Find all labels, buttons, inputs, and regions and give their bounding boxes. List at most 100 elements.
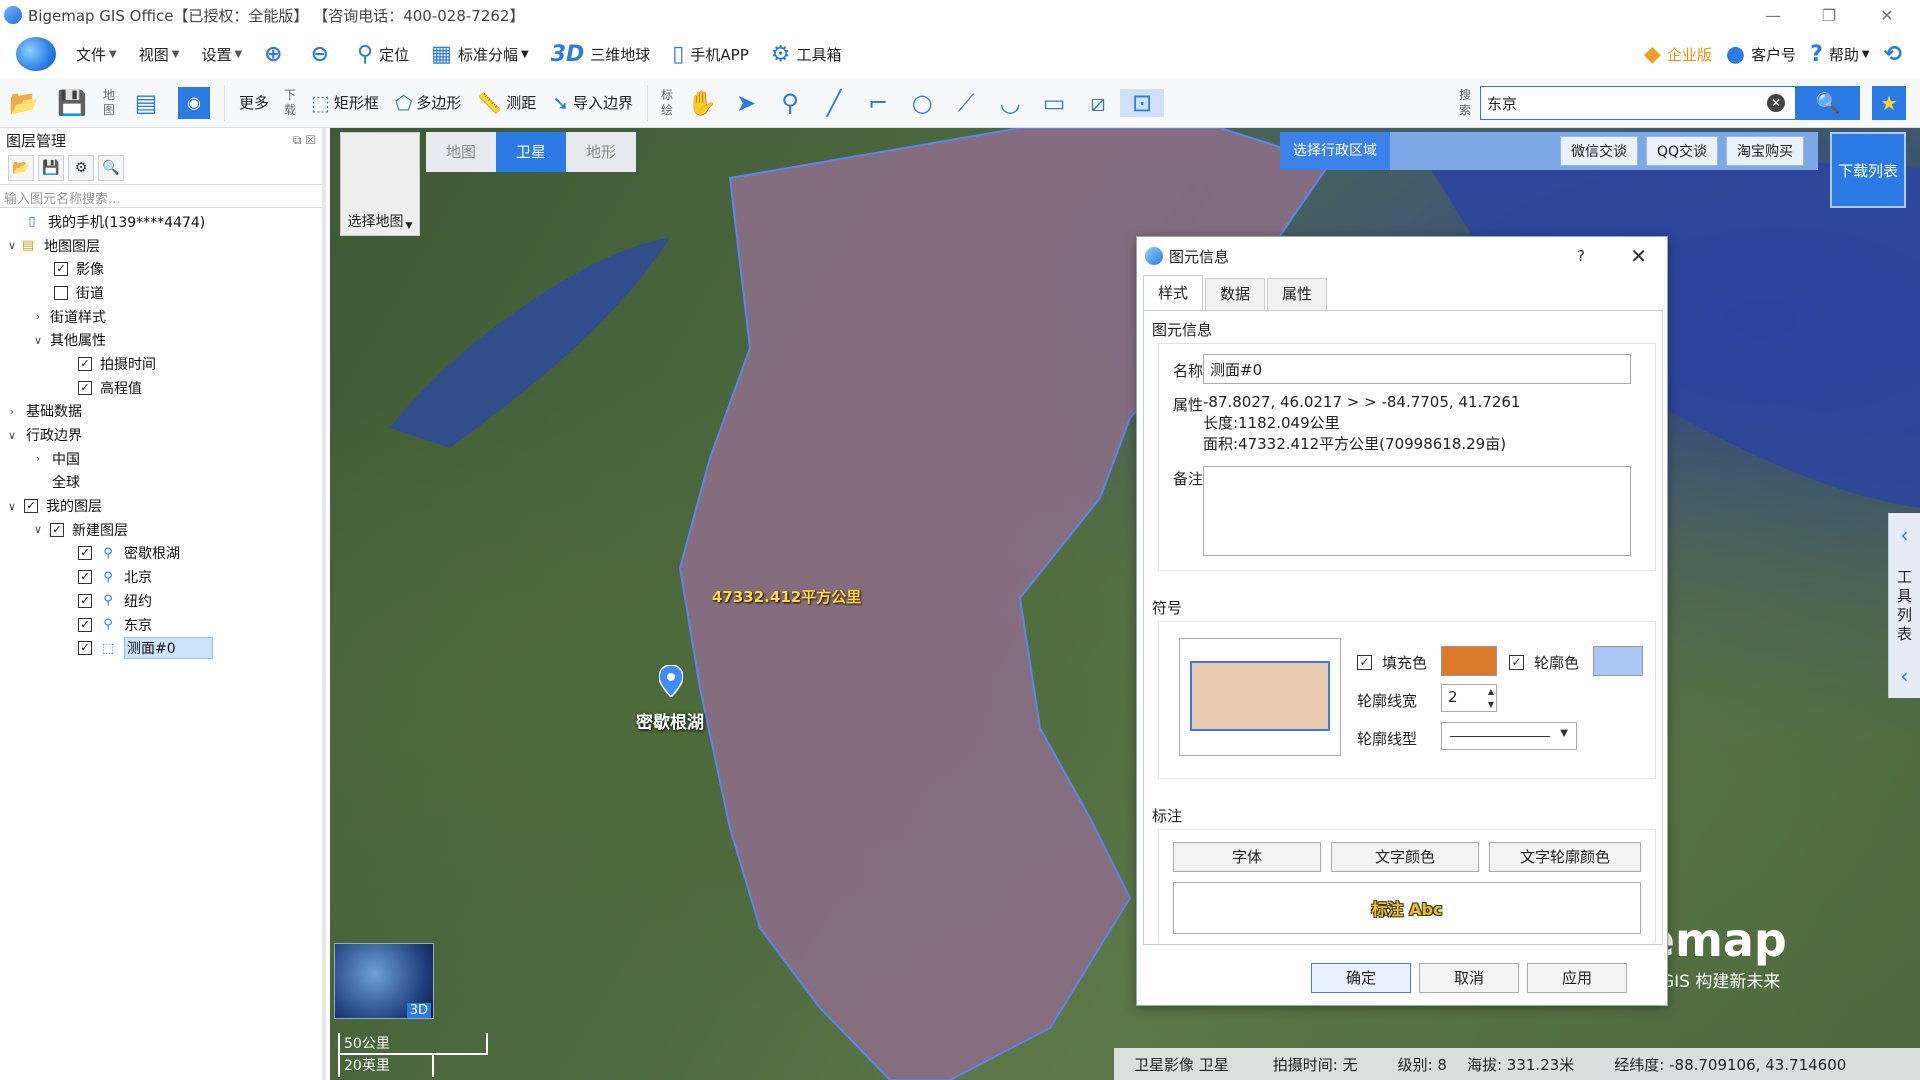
- chevron-down-icon[interactable]: ∨: [4, 500, 20, 513]
- measure-button[interactable]: 📏 测距: [477, 91, 536, 115]
- chevron-down-icon[interactable]: ∨: [4, 239, 20, 252]
- checkbox-checked[interactable]: ✓: [78, 593, 92, 608]
- tab-attributes[interactable]: 属性: [1267, 278, 1327, 310]
- tree-item[interactable]: ✓ ⚲ 密歇根湖: [0, 542, 322, 566]
- choose-map-button[interactable]: 选择地图 ▼: [340, 132, 420, 236]
- mobile-app-button[interactable]: ▯ 手机APP: [672, 42, 748, 67]
- outline-color-swatch[interactable]: [1593, 646, 1643, 676]
- rect-download-button[interactable]: ⬚ 矩形框: [311, 91, 379, 115]
- tree-item[interactable]: › 基础数据: [0, 400, 322, 424]
- help-icon[interactable]: ?: [1577, 247, 1585, 265]
- open-layer-icon[interactable]: 📂: [8, 155, 34, 181]
- tree-item[interactable]: ✓ 高程值: [0, 376, 322, 400]
- checkbox-checked[interactable]: ✓: [78, 641, 92, 656]
- polygon-download-button[interactable]: ⬠ 多边形: [395, 91, 461, 115]
- tab-style[interactable]: 样式: [1143, 275, 1203, 310]
- close-icon[interactable]: ✕: [1630, 244, 1647, 268]
- checkbox-checked[interactable]: ✓: [78, 570, 92, 585]
- checkbox-checked[interactable]: ✓: [1509, 655, 1524, 670]
- marker-icon[interactable]: ⚲: [768, 89, 812, 117]
- download-list-button[interactable]: 下载列表: [1830, 132, 1906, 208]
- checkbox-checked[interactable]: ✓: [54, 262, 68, 277]
- tab-map[interactable]: 地图: [426, 132, 496, 172]
- map-pin-icon[interactable]: [659, 665, 683, 697]
- minimize-button[interactable]: —: [1748, 0, 1798, 30]
- globe-3d-button[interactable]: 3D: [334, 943, 434, 1019]
- chevron-down-icon[interactable]: ∨: [4, 429, 20, 442]
- outline-width-stepper[interactable]: 2 ▲ ▼: [1441, 684, 1497, 712]
- tree-item[interactable]: ✓ ⚲ 东京: [0, 613, 322, 637]
- tab-satellite[interactable]: 卫星: [496, 132, 566, 172]
- note-textarea[interactable]: [1203, 466, 1631, 556]
- chevron-right-icon[interactable]: ›: [30, 310, 46, 323]
- rectangle-icon[interactable]: ▭: [1032, 89, 1076, 117]
- tree-item-selected[interactable]: ✓ ⬚ 测面#0: [0, 636, 322, 660]
- tool-list-tab[interactable]: ‹ 工具列表 ‹: [1888, 513, 1920, 698]
- checkbox-checked[interactable]: ✓: [78, 546, 92, 561]
- tree-item[interactable]: ✓ ⚲ 纽约: [0, 589, 322, 613]
- tree-item[interactable]: 全球: [0, 471, 322, 495]
- tree-item[interactable]: ✓ 影像: [0, 257, 322, 281]
- checkbox-checked[interactable]: ✓: [50, 522, 64, 537]
- more-button[interactable]: 更多: [239, 92, 269, 113]
- menu-settings[interactable]: 设置 ▼: [201, 44, 242, 65]
- pan-hand-icon[interactable]: ✋: [680, 89, 724, 117]
- tree-item[interactable]: › 街道样式: [0, 305, 322, 329]
- wechat-chat-button[interactable]: 微信交谈: [1559, 136, 1638, 166]
- checkbox-checked[interactable]: ✓: [78, 380, 92, 395]
- tree-item[interactable]: ✓ ⚲ 北京: [0, 565, 322, 589]
- layer-search-input[interactable]: 输入图元名称搜索...: [0, 184, 322, 208]
- freehand-icon[interactable]: ⟋: [944, 89, 988, 117]
- tree-item[interactable]: › 中国: [0, 447, 322, 471]
- globe-button[interactable]: 3D 三维地球: [551, 42, 651, 67]
- search-button[interactable]: 🔍: [1796, 86, 1860, 120]
- tab-terrain[interactable]: 地形: [566, 132, 636, 172]
- area-measure-icon[interactable]: ⊡: [1120, 88, 1165, 117]
- help-button[interactable]: ? 帮助 ▼: [1810, 42, 1869, 67]
- tree-item[interactable]: ∨ 其他属性: [0, 328, 322, 352]
- cancel-button[interactable]: 取消: [1419, 963, 1519, 993]
- tree-item[interactable]: ∨ ▤ 地图图层: [0, 234, 322, 258]
- name-input[interactable]: 测面#0: [1203, 354, 1631, 384]
- polyline-icon[interactable]: ⌐: [856, 89, 900, 117]
- favorite-button[interactable]: ★: [1872, 86, 1906, 120]
- restore-button[interactable]: ❐: [1804, 0, 1854, 30]
- sheet-button[interactable]: ▦ 标准分幅 ▼: [431, 42, 529, 67]
- checkbox-checked[interactable]: ✓: [78, 356, 92, 371]
- toolbox-button[interactable]: ⚙ 工具箱: [771, 42, 842, 67]
- qq-chat-button[interactable]: QQ交谈: [1645, 136, 1718, 166]
- search-layer-icon[interactable]: 🔍: [98, 155, 124, 181]
- taobao-buy-button[interactable]: 淘宝购买: [1726, 136, 1804, 166]
- checkbox-checked[interactable]: ✓: [24, 499, 38, 514]
- account-button[interactable]: ● 客户号: [1726, 42, 1796, 67]
- checkbox-checked[interactable]: ✓: [78, 617, 92, 632]
- chevron-left-icon[interactable]: ‹: [1901, 664, 1909, 688]
- search-input[interactable]: 东京 ✕: [1480, 86, 1796, 120]
- fill-color-swatch[interactable]: [1441, 646, 1497, 676]
- satellite-layer-button[interactable]: ◉: [178, 86, 210, 119]
- close-panel-icon[interactable]: ☒: [305, 133, 316, 147]
- layer-settings-icon[interactable]: ⚙: [68, 155, 94, 181]
- select-arrow-icon[interactable]: ➤: [724, 89, 768, 117]
- tree-item[interactable]: ∨ ✓ 我的图层: [0, 494, 322, 518]
- chevron-right-icon[interactable]: ›: [30, 452, 46, 465]
- float-icon[interactable]: ⧉: [293, 133, 302, 147]
- tab-data[interactable]: 数据: [1205, 278, 1265, 310]
- tree-item[interactable]: ▯ 我的手机(139****4474): [0, 210, 322, 234]
- clear-search-icon[interactable]: ✕: [1767, 94, 1785, 112]
- outline-color-checkbox[interactable]: ✓ 轮廓色: [1509, 652, 1579, 673]
- chevron-down-icon[interactable]: ∨: [30, 334, 46, 347]
- fill-color-checkbox[interactable]: ✓ 填充色: [1357, 652, 1427, 673]
- text-color-button[interactable]: 文字颜色: [1331, 842, 1479, 872]
- stepper-up-icon[interactable]: ▲: [1488, 687, 1494, 696]
- map-layers-button[interactable]: ▤: [130, 87, 162, 119]
- import-boundary-button[interactable]: ➘ 导入边界: [552, 91, 633, 115]
- map-canvas[interactable]: 选择地图 ▼ 地图 卫星 地形 选择行政区域 微信交谈 QQ交谈 淘宝购买 下载列…: [330, 128, 1920, 1080]
- text-outline-color-button[interactable]: 文字轮廓颜色: [1489, 842, 1641, 872]
- stepper-down-icon[interactable]: ▼: [1488, 700, 1494, 709]
- chevron-down-icon[interactable]: ∨: [30, 523, 46, 536]
- menu-view[interactable]: 视图 ▼: [139, 44, 180, 65]
- enterprise-button[interactable]: ◆ 企业版: [1644, 42, 1712, 67]
- chevron-left-icon[interactable]: ‹: [1901, 523, 1909, 547]
- tree-item[interactable]: ✓ 拍摄时间: [0, 352, 322, 376]
